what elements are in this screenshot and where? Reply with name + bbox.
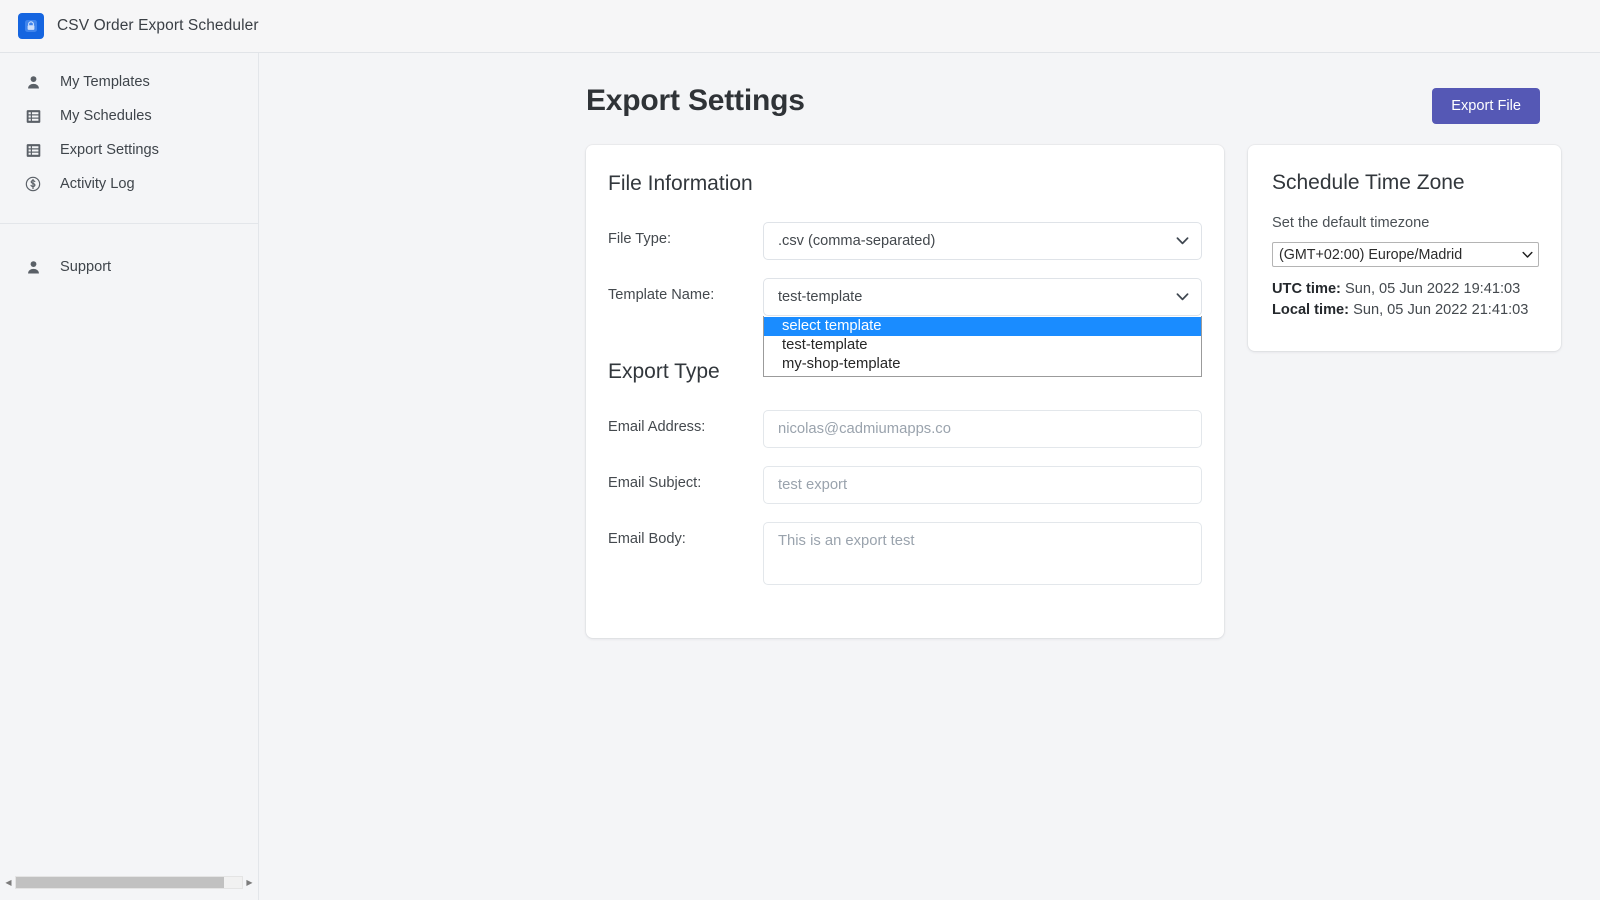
sidebar-item-label: My Schedules (60, 108, 152, 124)
person-icon (22, 71, 44, 93)
main-content: Export Settings Export File File Informa… (259, 53, 1600, 900)
sidebar-item-label: Activity Log (60, 176, 135, 192)
schedule-time-zone-card: Schedule Time Zone Set the default timez… (1248, 145, 1561, 351)
email-body-row: Email Body: (608, 522, 1202, 590)
file-information-card: File Information File Type: .csv (comma-… (586, 145, 1224, 638)
file-type-label: File Type: (608, 231, 671, 247)
sidebar-item-label: My Templates (60, 74, 150, 90)
content-row: File Information File Type: .csv (comma-… (259, 124, 1600, 638)
lock-icon (18, 13, 44, 39)
email-address-row: Email Address: (608, 410, 1202, 448)
file-type-row: File Type: .csv (comma-separated) (608, 222, 1202, 260)
page-title: Export Settings (586, 84, 805, 117)
sidebar-item-activity-log[interactable]: Activity Log (0, 167, 258, 201)
schedule-time-zone-heading: Schedule Time Zone (1272, 171, 1465, 194)
sidebar-item-label: Support (60, 259, 112, 275)
app-title: CSV Order Export Scheduler (57, 17, 259, 34)
person-icon (22, 256, 44, 278)
email-body-textarea[interactable] (763, 522, 1202, 585)
utc-time-line: UTC time: Sun, 05 Jun 2022 19:41:03 (1272, 279, 1539, 300)
email-subject-control (763, 466, 1202, 504)
list-icon (22, 105, 44, 127)
email-address-control (763, 410, 1202, 448)
schedule-time-zone-subtitle: Set the default timezone (1272, 215, 1430, 231)
email-subject-input[interactable] (763, 466, 1202, 504)
scroll-left-arrow-icon[interactable]: ◀ (2, 875, 15, 890)
file-information-heading: File Information (608, 172, 753, 195)
email-address-input[interactable] (763, 410, 1202, 448)
template-name-row: Template Name: test-template select temp… (608, 278, 1202, 377)
sidebar-item-label: Export Settings (60, 142, 159, 158)
sidebar-primary-nav: My Templates My Schedules Export Setting… (0, 65, 258, 201)
local-time-label: Local time: (1272, 302, 1350, 318)
file-type-select[interactable]: .csv (comma-separated) (763, 222, 1202, 260)
dropdown-option-test-template[interactable]: test-template (764, 336, 1201, 355)
sidebar: My Templates My Schedules Export Setting… (0, 53, 259, 900)
list-icon (22, 139, 44, 161)
email-subject-row: Email Subject: (608, 466, 1202, 504)
local-time-value: Sun, 05 Jun 2022 21:41:03 (1353, 302, 1529, 318)
export-file-button[interactable]: Export File (1432, 88, 1540, 124)
timezone-control: (GMT+02:00) Europe/Madrid (1272, 242, 1539, 267)
template-name-select[interactable]: test-template (763, 278, 1202, 316)
email-body-control (763, 522, 1202, 590)
page-header: Export Settings Export File (259, 53, 1600, 124)
sidebar-item-my-templates[interactable]: My Templates (0, 65, 258, 99)
scrollbar-track[interactable] (15, 876, 243, 889)
file-type-control: .csv (comma-separated) (763, 222, 1202, 260)
sidebar-item-my-schedules[interactable]: My Schedules (0, 99, 258, 133)
dollar-circle-icon (22, 173, 44, 195)
utc-time-value: Sun, 05 Jun 2022 19:41:03 (1344, 281, 1521, 297)
scrollbar-thumb[interactable] (16, 877, 224, 888)
utc-time-label: UTC time: (1272, 281, 1341, 297)
scroll-right-arrow-icon[interactable]: ▶ (243, 875, 256, 890)
app-shell: My Templates My Schedules Export Setting… (0, 53, 1600, 900)
local-time-line: Local time: Sun, 05 Jun 2022 21:41:03 (1272, 300, 1539, 321)
sidebar-secondary-nav: Support (0, 224, 258, 284)
email-body-label: Email Body: (608, 531, 686, 547)
sidebar-item-export-settings[interactable]: Export Settings (0, 133, 258, 167)
app-header: CSV Order Export Scheduler (0, 0, 1600, 53)
sidebar-horizontal-scrollbar[interactable]: ◀ ▶ (0, 875, 258, 890)
template-name-dropdown-list[interactable]: select template test-template my-shop-te… (763, 316, 1202, 377)
email-subject-label: Email Subject: (608, 475, 702, 491)
template-name-control: test-template select template test-templ… (763, 278, 1202, 377)
template-name-label: Template Name: (608, 287, 715, 303)
sidebar-item-support[interactable]: Support (0, 250, 258, 284)
timezone-select[interactable]: (GMT+02:00) Europe/Madrid (1272, 242, 1539, 267)
dropdown-option-select-template[interactable]: select template (764, 317, 1201, 336)
email-address-label: Email Address: (608, 419, 706, 435)
dropdown-option-my-shop-template[interactable]: my-shop-template (764, 355, 1201, 374)
